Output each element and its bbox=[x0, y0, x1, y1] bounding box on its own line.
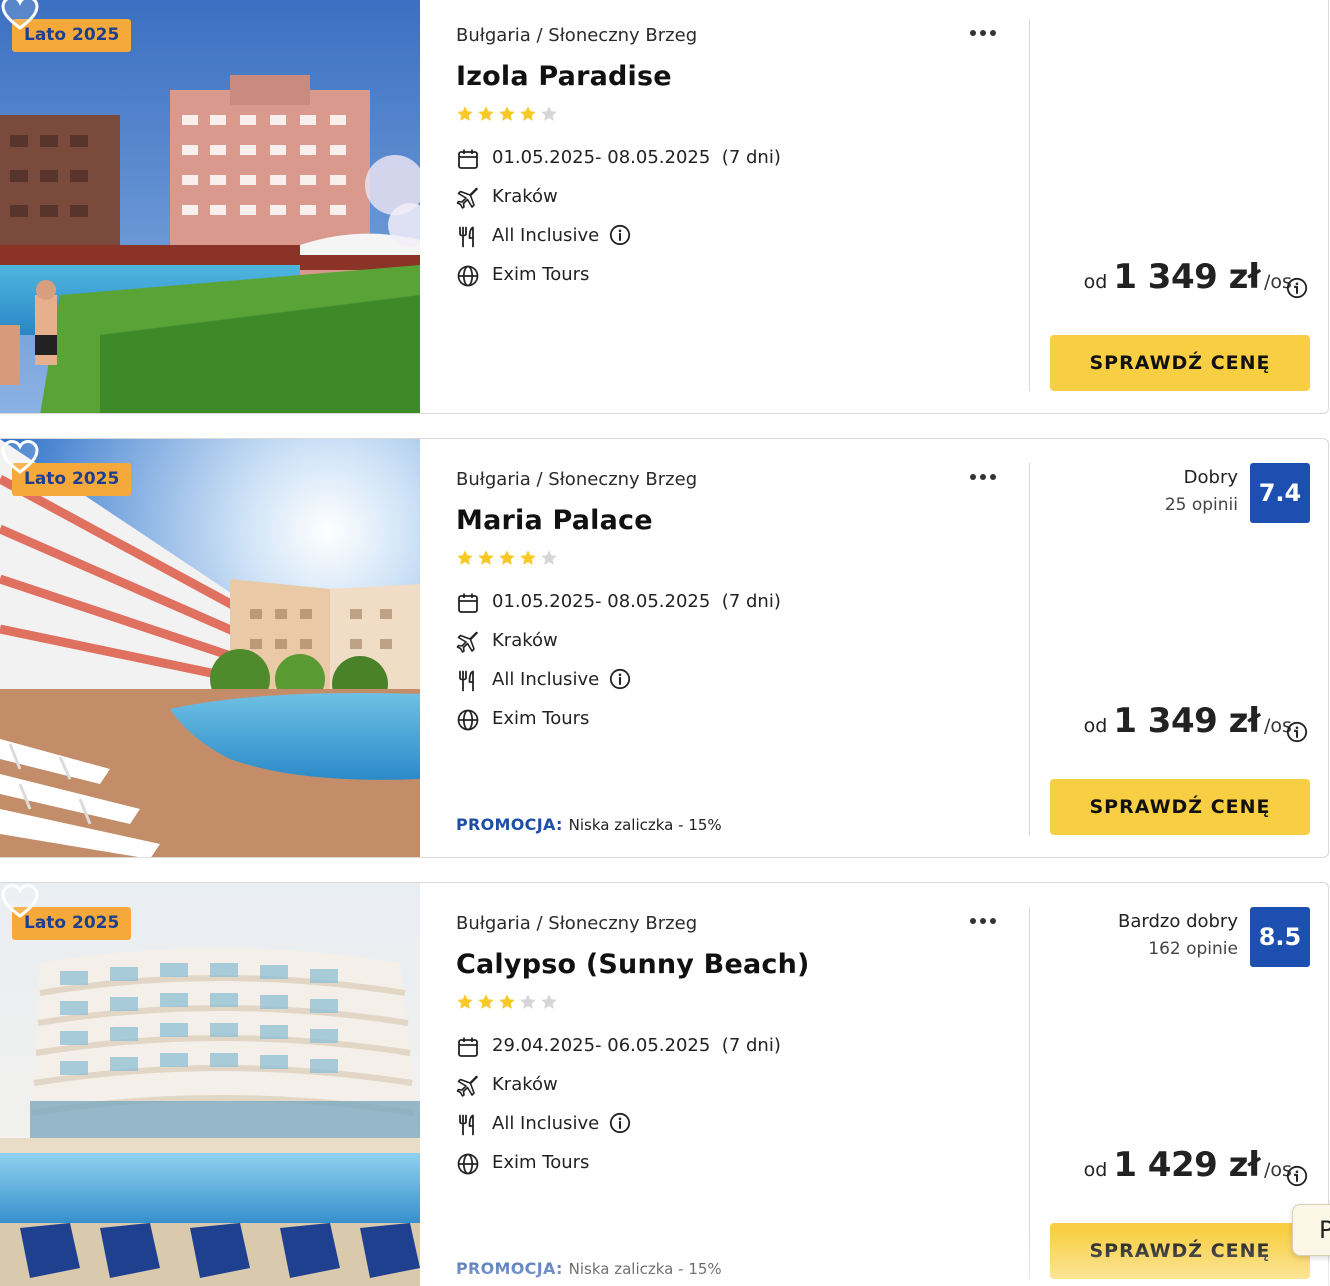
price-info-icon[interactable] bbox=[1286, 277, 1308, 299]
tour-operator: Exim Tours bbox=[492, 264, 590, 285]
hotel-location[interactable]: Bułgaria / Słoneczny Brzeg bbox=[456, 469, 697, 490]
cutlery-icon bbox=[456, 1113, 480, 1137]
dates: 01.05.2025- 08.05.2025 bbox=[492, 147, 711, 168]
offer-card[interactable]: Lato 2025 Bułgaria / Słoneczny Brzeg Cal… bbox=[0, 882, 1329, 1286]
plane-icon bbox=[456, 186, 480, 210]
departure-city: Kraków bbox=[492, 186, 558, 207]
globe-icon bbox=[456, 264, 480, 288]
star-rating bbox=[456, 993, 561, 1015]
departure-city: Kraków bbox=[492, 630, 558, 651]
review-count: 162 opinie bbox=[1148, 939, 1238, 959]
tour-operator: Exim Tours bbox=[492, 708, 590, 729]
info-icon[interactable] bbox=[609, 224, 631, 246]
star-rating bbox=[456, 105, 561, 127]
more-options-icon[interactable] bbox=[970, 465, 1006, 485]
hotel-photo[interactable]: Lato 2025 bbox=[0, 439, 420, 857]
departure-city: Kraków bbox=[492, 1074, 558, 1095]
rating-score: 8.5 bbox=[1250, 907, 1310, 967]
price-amount: 1 429 zł bbox=[1113, 1145, 1261, 1185]
star-filled-icon bbox=[477, 993, 495, 1011]
divider bbox=[1029, 463, 1030, 835]
star-empty-icon bbox=[540, 993, 558, 1011]
divider bbox=[1029, 19, 1030, 391]
hotel-photo[interactable]: Lato 2025 bbox=[0, 0, 420, 413]
price-info-icon[interactable] bbox=[1286, 1165, 1308, 1187]
price-info-icon[interactable] bbox=[1286, 721, 1308, 743]
divider bbox=[1029, 907, 1030, 1279]
price-prefix: od bbox=[1083, 1159, 1108, 1181]
price-amount: 1 349 zł bbox=[1113, 257, 1261, 297]
star-rating bbox=[456, 549, 561, 571]
star-empty-icon bbox=[540, 105, 558, 123]
rating-score: 7.4 bbox=[1250, 463, 1310, 523]
board-type: All Inclusive bbox=[492, 225, 600, 246]
hotel-name[interactable]: Calypso (Sunny Beach) bbox=[456, 949, 810, 980]
rating-label: Bardzo dobry bbox=[1118, 911, 1238, 932]
star-filled-icon bbox=[519, 105, 537, 123]
offer-card[interactable]: Lato 2025 Bułgaria / Słoneczny Brzeg Izo… bbox=[0, 0, 1329, 414]
globe-icon bbox=[456, 1152, 480, 1176]
star-filled-icon bbox=[477, 549, 495, 567]
price: od 1 349 zł/os. bbox=[1084, 701, 1298, 741]
price-prefix: od bbox=[1083, 715, 1108, 737]
check-price-button[interactable]: SPRAWDŹ CENĘ bbox=[1050, 779, 1310, 835]
promotion: PROMOCJA: Niska zaliczka - 15% bbox=[456, 815, 722, 834]
promotion: PROMOCJA: Niska zaliczka - 15% bbox=[456, 1259, 722, 1278]
promo-text: Niska zaliczka - 15% bbox=[568, 816, 722, 834]
hotel-name[interactable]: Maria Palace bbox=[456, 505, 653, 536]
favorite-heart-icon[interactable] bbox=[0, 439, 40, 475]
info-icon[interactable] bbox=[609, 1112, 631, 1134]
star-filled-icon bbox=[498, 549, 516, 567]
globe-icon bbox=[456, 708, 480, 732]
hotel-location[interactable]: Bułgaria / Słoneczny Brzeg bbox=[456, 25, 697, 46]
more-options-icon[interactable] bbox=[970, 21, 1006, 41]
hotel-name[interactable]: Izola Paradise bbox=[456, 61, 672, 92]
tour-operator: Exim Tours bbox=[492, 1152, 590, 1173]
hotel-location[interactable]: Bułgaria / Słoneczny Brzeg bbox=[456, 913, 697, 934]
star-empty-icon bbox=[519, 993, 537, 1011]
info-icon[interactable] bbox=[609, 668, 631, 690]
rating-label: Dobry bbox=[1183, 467, 1238, 488]
review-count: 25 opinii bbox=[1164, 495, 1238, 515]
calendar-icon bbox=[456, 591, 480, 615]
star-filled-icon bbox=[456, 105, 474, 123]
calendar-icon bbox=[456, 1035, 480, 1059]
cutlery-icon bbox=[456, 225, 480, 249]
calendar-icon bbox=[456, 147, 480, 171]
board-type: All Inclusive bbox=[492, 1113, 600, 1134]
check-price-button[interactable]: SPRAWDŹ CENĘ bbox=[1050, 335, 1310, 391]
plane-icon bbox=[456, 630, 480, 654]
price: od 1 429 zł/os. bbox=[1084, 1145, 1298, 1185]
star-filled-icon bbox=[456, 549, 474, 567]
offer-card[interactable]: Lato 2025 Bułgaria / Słoneczny Brzeg Mar… bbox=[0, 438, 1329, 858]
star-filled-icon bbox=[456, 993, 474, 1011]
price-amount: 1 349 zł bbox=[1113, 701, 1261, 741]
hotel-photo[interactable]: Lato 2025 bbox=[0, 883, 420, 1286]
plane-icon bbox=[456, 1074, 480, 1098]
star-filled-icon bbox=[498, 993, 516, 1011]
duration: (7 dni) bbox=[721, 147, 781, 168]
star-filled-icon bbox=[519, 549, 537, 567]
favorite-heart-icon[interactable] bbox=[0, 0, 40, 31]
floating-chat-chip[interactable]: P bbox=[1292, 1204, 1330, 1256]
cutlery-icon bbox=[456, 669, 480, 693]
dates: 29.04.2025- 06.05.2025 bbox=[492, 1035, 711, 1056]
more-options-icon[interactable] bbox=[970, 909, 1006, 929]
promo-text: Niska zaliczka - 15% bbox=[568, 1260, 722, 1278]
star-filled-icon bbox=[477, 105, 495, 123]
duration: (7 dni) bbox=[721, 591, 781, 612]
star-empty-icon bbox=[540, 549, 558, 567]
price: od 1 349 zł/os. bbox=[1084, 257, 1298, 297]
dates: 01.05.2025- 08.05.2025 bbox=[492, 591, 711, 612]
price-prefix: od bbox=[1083, 271, 1108, 293]
duration: (7 dni) bbox=[721, 1035, 781, 1056]
promo-label: PROMOCJA: bbox=[456, 1259, 563, 1278]
board-type: All Inclusive bbox=[492, 669, 600, 690]
check-price-button[interactable]: SPRAWDŹ CENĘ bbox=[1050, 1223, 1310, 1279]
star-filled-icon bbox=[498, 105, 516, 123]
promo-label: PROMOCJA: bbox=[456, 815, 563, 834]
favorite-heart-icon[interactable] bbox=[0, 883, 40, 919]
